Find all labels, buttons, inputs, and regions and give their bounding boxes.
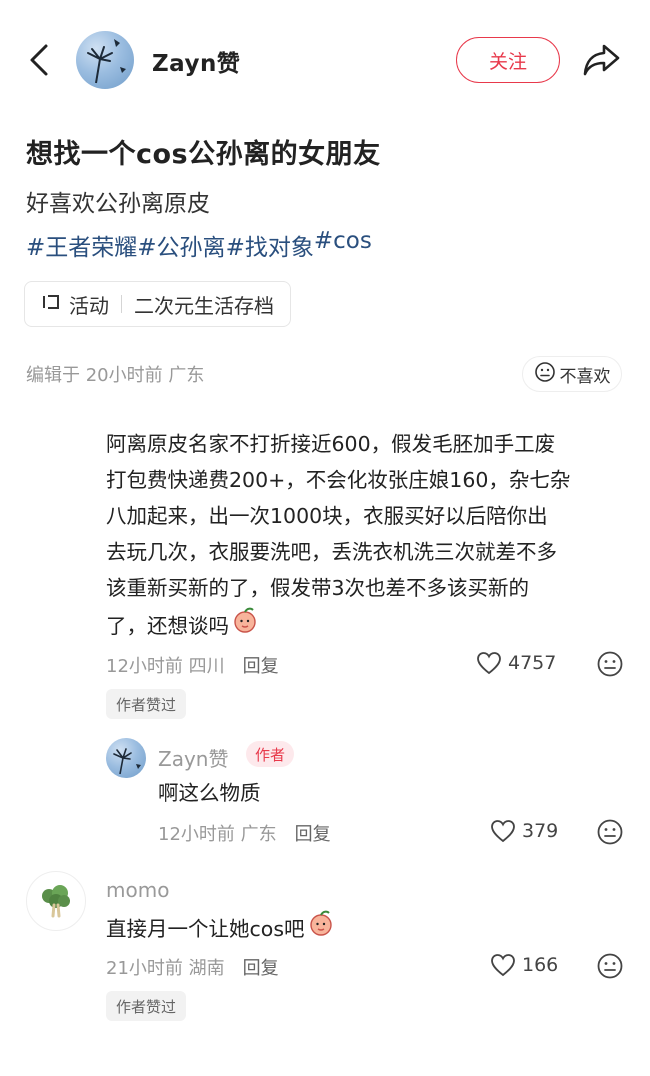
tag-link[interactable]: #找对象 — [226, 228, 314, 262]
dislike-face-icon[interactable] — [596, 650, 624, 678]
topic-activity-label: 活动 — [69, 293, 109, 318]
post-meta: 编辑于 20小时前 广东 — [26, 365, 205, 386]
like-button[interactable]: 379 — [490, 819, 558, 843]
tag-link[interactable]: #王者荣耀 — [26, 228, 137, 262]
comment-line-text: 了，还想谈吗 — [106, 613, 229, 638]
comment-text: 阿离原皮名家不打折接近600，假发毛胚加手工废 打包费快递费200+，不会化妆张… — [106, 426, 570, 645]
like-count: 379 — [522, 820, 559, 842]
topic-chip[interactable]: 活动 二次元生活存档 — [24, 281, 291, 327]
post-body: 好喜欢公孙离原皮 — [26, 191, 210, 217]
like-button[interactable]: 166 — [490, 953, 558, 977]
reply-time-location: 12小时前 广东 — [158, 824, 277, 845]
dislike-face-icon[interactable] — [596, 818, 624, 846]
author-tag: 作者 — [246, 741, 295, 767]
peach-emoji-icon — [231, 606, 259, 645]
post-header: Zayn赞 关注 — [0, 0, 650, 120]
like-count: 166 — [522, 954, 559, 976]
comment-line: 八加起来，出一次1000块，衣服买好以后陪你出 — [106, 504, 548, 528]
tag-link[interactable]: #公孙离 — [137, 228, 225, 262]
divider — [121, 295, 122, 313]
author-liked-badge: 作者赞过 — [106, 689, 187, 719]
heart-icon — [491, 954, 515, 977]
dislike-face-icon[interactable] — [596, 952, 624, 980]
comment-line-text: 直接月一个让她cos吧 — [106, 916, 305, 941]
post-title: 想找一个cos公孙离的女朋友 — [26, 139, 381, 170]
dislike-button[interactable]: 不喜欢 — [522, 356, 622, 392]
topic-name: 二次元生活存档 — [134, 293, 274, 318]
like-count: 4757 — [508, 652, 557, 674]
activity-icon — [41, 292, 61, 317]
author-name[interactable]: Zayn赞 — [152, 44, 240, 78]
heart-icon — [491, 820, 515, 843]
comment-line: 打包费快递费200+，不会化妆张庄娘160，杂七杂 — [106, 468, 571, 492]
peach-emoji-icon — [307, 909, 335, 948]
reply-text: 啊这么物质 — [158, 781, 261, 805]
tag-link[interactable]: #cos — [314, 228, 372, 262]
comment-line: 阿离原皮名家不打折接近600，假发毛胚加手工废 — [106, 432, 556, 456]
commenter-avatar[interactable] — [26, 871, 86, 931]
reply-button[interactable]: 回复 — [243, 652, 279, 678]
reply-author-name[interactable]: Zayn赞 — [158, 743, 228, 772]
comment-line: 了，还想谈吗 — [106, 606, 570, 645]
comment-time-location: 12小时前 四川 — [106, 656, 225, 677]
author-liked-badge: 作者赞过 — [106, 991, 187, 1021]
reply-button[interactable]: 回复 — [243, 954, 279, 980]
comment-text: 直接月一个让她cos吧 — [106, 909, 335, 948]
follow-button[interactable]: 关注 — [456, 37, 560, 83]
dislike-label: 不喜欢 — [559, 366, 611, 387]
bottom-edge — [0, 1068, 650, 1076]
comment-time-location: 21小时前 湖南 — [106, 958, 225, 979]
back-icon[interactable] — [24, 40, 56, 80]
meh-face-icon — [534, 361, 556, 388]
tag-list: #王者荣耀 #公孙离 #找对象 #cos — [26, 228, 372, 262]
share-icon[interactable] — [582, 42, 622, 78]
reply-button[interactable]: 回复 — [295, 820, 331, 846]
comment-meta: 21小时前 湖南 回复 — [106, 954, 279, 980]
heart-icon — [477, 652, 501, 675]
author-avatar[interactable] — [76, 31, 134, 89]
like-button[interactable]: 4757 — [476, 651, 556, 675]
reply-meta: 12小时前 广东 回复 — [158, 820, 331, 846]
reply-author-avatar[interactable] — [106, 738, 146, 778]
comment-meta: 12小时前 四川 回复 — [106, 652, 279, 678]
comment-line: 该重新买新的了，假发带3次也差不多该买新的 — [106, 576, 530, 600]
comment-line: 去玩几次，衣服要洗吧，丢洗衣机洗三次就差不多 — [106, 540, 557, 564]
commenter-name[interactable]: momo — [106, 878, 169, 902]
